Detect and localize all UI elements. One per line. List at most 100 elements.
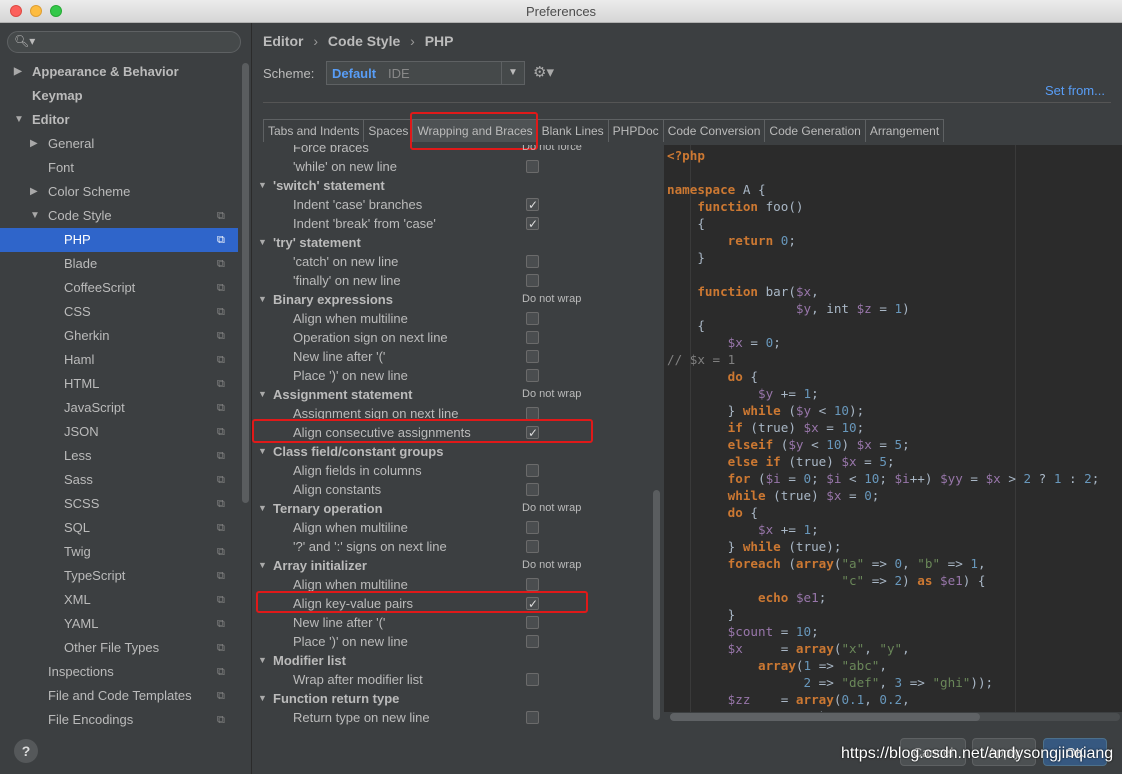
collapsed-arrow-icon[interactable]: ▶ [14, 60, 26, 84]
sidebar-item-other-file-types[interactable]: Other File Types ⧉ [0, 636, 238, 660]
expanded-arrow-icon[interactable]: ▼ [14, 108, 26, 132]
sidebar-item-file-encodings[interactable]: File Encodings ⧉ [0, 708, 238, 732]
wrap-mode-value[interactable]: Do not wrap [522, 290, 581, 309]
option-row[interactable]: Force braces Do not force [253, 145, 653, 157]
wrap-mode-value[interactable]: Do not wrap [522, 385, 581, 404]
option-row[interactable]: Align when multiline [253, 309, 653, 328]
option-checkbox[interactable] [526, 673, 539, 686]
sidebar-item-inspections[interactable]: Inspections ⧉ [0, 660, 238, 684]
wrap-mode-value[interactable]: Do not wrap [522, 499, 581, 518]
wrap-mode-value[interactable]: Do not wrap [522, 556, 581, 575]
sidebar-item-html[interactable]: HTML ⧉ [0, 372, 238, 396]
option-row[interactable]: Place ')' on new line [253, 366, 653, 385]
option-row[interactable]: New line after '(' [253, 613, 653, 632]
set-from-link[interactable]: Set from... [1045, 83, 1105, 98]
option-row[interactable]: 'while' on new line [253, 157, 653, 176]
expanded-arrow-icon[interactable]: ▼ [258, 499, 267, 518]
option-row[interactable]: Place ')' on new line [253, 632, 653, 651]
option-checkbox[interactable] [526, 255, 539, 268]
expanded-arrow-icon[interactable]: ▼ [258, 176, 267, 195]
option-checkbox[interactable] [526, 196, 539, 215]
option-section[interactable]: ▼ Assignment statement Do not wrap [253, 385, 653, 404]
option-checkbox[interactable] [526, 350, 539, 363]
chevron-down-icon[interactable]: ▼ [501, 62, 524, 84]
option-row[interactable]: Indent 'case' branches [253, 195, 653, 215]
options-scrollbar[interactable] [653, 490, 660, 720]
option-checkbox[interactable] [526, 331, 539, 344]
option-section[interactable]: ▼ Class field/constant groups [253, 442, 653, 461]
expanded-arrow-icon[interactable]: ▼ [258, 290, 267, 309]
sidebar-item-general[interactable]: ▶ General [0, 132, 238, 156]
option-row[interactable]: Align when multiline [253, 518, 653, 537]
option-section[interactable]: ▼ 'try' statement [253, 233, 653, 252]
tab-spaces[interactable]: Spaces [363, 119, 414, 142]
option-row[interactable]: Wrap after modifier list [253, 670, 653, 689]
expanded-arrow-icon[interactable]: ▼ [258, 651, 267, 670]
sidebar-item-css[interactable]: CSS ⧉ [0, 300, 238, 324]
sidebar-item-color-scheme[interactable]: ▶ Color Scheme [0, 180, 238, 204]
option-row[interactable]: '?' and ':' signs on next line [253, 537, 653, 556]
option-checkbox[interactable] [526, 160, 539, 173]
expanded-arrow-icon[interactable]: ▼ [258, 385, 267, 404]
sidebar-item-appearance-behavior[interactable]: ▶ Appearance & Behavior [0, 60, 238, 84]
sidebar-item-gherkin[interactable]: Gherkin ⧉ [0, 324, 238, 348]
expanded-arrow-icon[interactable]: ▼ [258, 233, 267, 252]
option-checkbox[interactable] [526, 635, 539, 648]
option-checkbox[interactable] [526, 521, 539, 534]
tab-code-conversion[interactable]: Code Conversion [662, 119, 766, 142]
scrollbar-thumb[interactable] [670, 713, 980, 721]
sidebar-item-scss[interactable]: SCSS ⧉ [0, 492, 238, 516]
sidebar-item-editor[interactable]: ▼ Editor [0, 108, 238, 132]
option-section[interactable]: ▼ Ternary operation Do not wrap [253, 499, 653, 518]
sidebar-item-yaml[interactable]: YAML ⧉ [0, 612, 238, 636]
option-checkbox[interactable] [526, 369, 539, 382]
expanded-arrow-icon[interactable]: ▼ [258, 556, 267, 575]
option-row[interactable]: Indent 'break' from 'case' [253, 214, 653, 234]
help-button[interactable]: ? [14, 739, 38, 763]
expanded-arrow-icon[interactable]: ▼ [30, 204, 42, 228]
collapsed-arrow-icon[interactable]: ▶ [30, 132, 42, 156]
sidebar-item-haml[interactable]: Haml ⧉ [0, 348, 238, 372]
option-row[interactable]: 'finally' on new line [253, 271, 653, 290]
option-row[interactable]: Operation sign on next line [253, 328, 653, 347]
option-checkbox[interactable] [526, 215, 539, 234]
sidebar-item-coffeescript[interactable]: CoffeeScript ⧉ [0, 276, 238, 300]
code-preview[interactable]: <?php namespace A { function foo() { retu… [664, 145, 1122, 712]
option-checkbox[interactable] [526, 312, 539, 325]
sidebar-item-twig[interactable]: Twig ⧉ [0, 540, 238, 564]
tab-blank-lines[interactable]: Blank Lines [536, 119, 609, 142]
option-checkbox[interactable] [526, 711, 539, 724]
option-row[interactable]: Return type on new line [253, 708, 653, 725]
sidebar-item-sass[interactable]: Sass ⧉ [0, 468, 238, 492]
option-row[interactable]: New line after '(' [253, 347, 653, 366]
tab-code-generation[interactable]: Code Generation [764, 119, 866, 142]
sidebar-item-typescript[interactable]: TypeScript ⧉ [0, 564, 238, 588]
sidebar-item-less[interactable]: Less ⧉ [0, 444, 238, 468]
option-checkbox[interactable] [526, 540, 539, 553]
option-section[interactable]: ▼ Binary expressions Do not wrap [253, 290, 653, 309]
sidebar-item-keymap[interactable]: Keymap [0, 84, 238, 108]
search-input[interactable]: 🔍︎▾ [7, 31, 241, 53]
tab-arrangement[interactable]: Arrangement [864, 119, 945, 142]
option-section[interactable]: ▼ 'switch' statement [253, 176, 653, 195]
expanded-arrow-icon[interactable]: ▼ [258, 442, 267, 461]
option-section[interactable]: ▼ Function return type [253, 689, 653, 708]
option-section[interactable]: ▼ Array initializer Do not wrap [253, 556, 653, 575]
option-checkbox[interactable] [526, 483, 539, 496]
expanded-arrow-icon[interactable]: ▼ [258, 689, 267, 708]
tab-phpdoc[interactable]: PHPDoc [607, 119, 664, 142]
option-checkbox[interactable] [526, 274, 539, 287]
collapsed-arrow-icon[interactable]: ▶ [30, 180, 42, 204]
option-section[interactable]: ▼ Modifier list [253, 651, 653, 670]
sidebar-item-json[interactable]: JSON ⧉ [0, 420, 238, 444]
option-checkbox[interactable] [526, 464, 539, 477]
option-row[interactable]: Align fields in columns [253, 461, 653, 480]
sidebar-item-file-and-code-templates[interactable]: File and Code Templates ⧉ [0, 684, 238, 708]
sidebar-item-sql[interactable]: SQL ⧉ [0, 516, 238, 540]
option-checkbox[interactable] [526, 578, 539, 591]
code-horizontal-scrollbar[interactable] [670, 713, 1120, 721]
sidebar-item-code-style[interactable]: ▼ Code Style ⧉ [0, 204, 238, 228]
option-row[interactable]: Align constants [253, 480, 653, 499]
sidebar-item-font[interactable]: Font [0, 156, 238, 180]
sidebar-item-php[interactable]: PHP ⧉ [0, 228, 238, 252]
